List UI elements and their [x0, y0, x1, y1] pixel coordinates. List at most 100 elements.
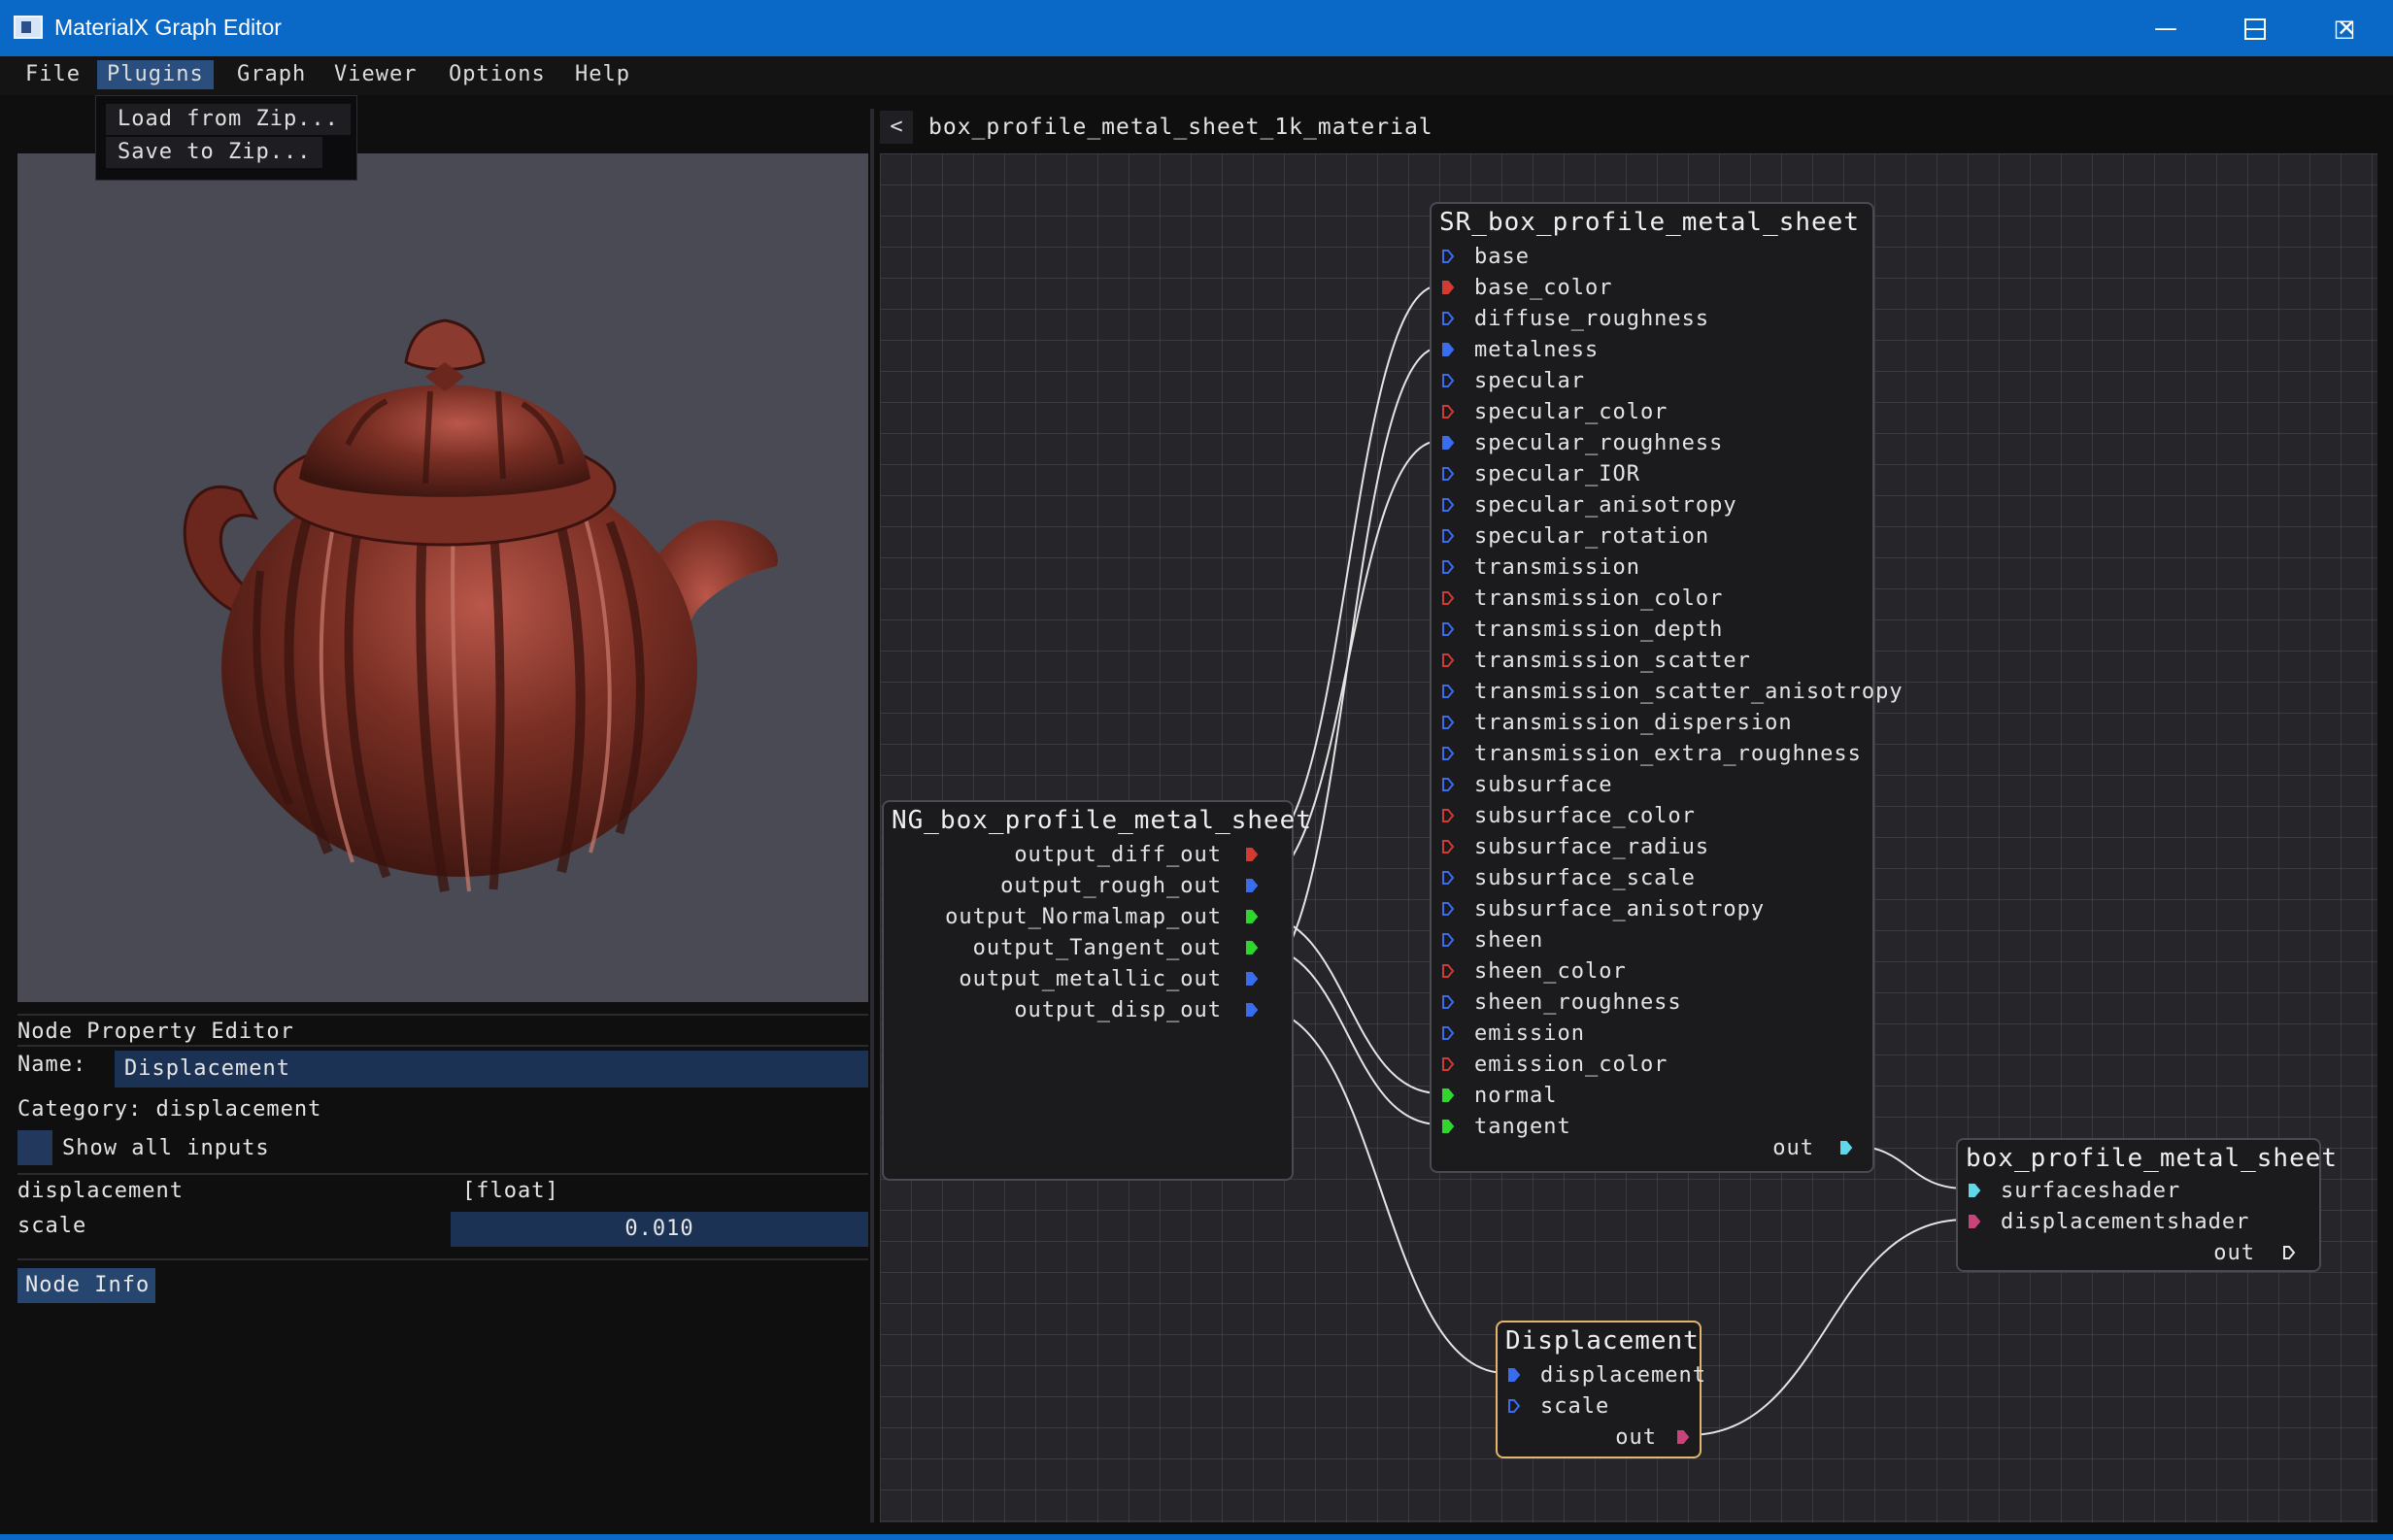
input-pin-diffuse-roughness[interactable]: [1441, 311, 1455, 325]
input-pin-transmission-scatter[interactable]: [1441, 653, 1455, 667]
app-icon: [14, 16, 43, 39]
input-label-emission-color: emission_color: [1474, 1053, 1668, 1077]
input-label-subsurface: subsurface: [1474, 773, 1613, 797]
close-icon[interactable]: ✕: [2300, 0, 2393, 56]
output-label-output-metallic-out: output_metallic_out: [959, 967, 1222, 991]
name-label: Name:: [17, 1053, 87, 1077]
output-pin-out[interactable]: [1839, 1140, 1853, 1155]
menu-options[interactable]: Options: [439, 60, 556, 89]
input-pin-subsurface-color[interactable]: [1441, 808, 1455, 822]
input-label-subsurface-anisotropy: subsurface_anisotropy: [1474, 897, 1766, 921]
output-pin-out[interactable]: [2282, 1245, 2296, 1259]
input-label-emission: emission: [1474, 1021, 1585, 1046]
wire-displacement-to-material: [1687, 1219, 1967, 1436]
input-pin-surfaceshader[interactable]: [1968, 1183, 1981, 1197]
input-pin-transmission-depth[interactable]: [1441, 621, 1455, 636]
input-label-specular-IOR: specular_IOR: [1474, 462, 1640, 486]
graph-canvas[interactable]: SR_box_profile_metal_sheet base base_colo…: [880, 153, 2377, 1523]
input-pin-specular-IOR[interactable]: [1441, 466, 1455, 481]
input-pin-subsurface-anisotropy[interactable]: [1441, 901, 1455, 916]
menu-load-from-zip[interactable]: Load from Zip...: [106, 104, 351, 135]
separator: [17, 1173, 868, 1175]
input-label-displacement: displacement: [1540, 1363, 1706, 1388]
input-pin-metalness[interactable]: [1441, 342, 1455, 356]
input-pin-transmission-dispersion[interactable]: [1441, 715, 1455, 729]
input-label-displacementshader: displacementshader: [2001, 1210, 2250, 1234]
menu-file[interactable]: File: [16, 60, 90, 89]
input-label-transmission-extra-roughness: transmission_extra_roughness: [1474, 742, 1862, 766]
input-pin-sheen-roughness[interactable]: [1441, 994, 1455, 1009]
output-pin-out[interactable]: [1676, 1429, 1690, 1444]
input-pin-sheen-color[interactable]: [1441, 963, 1455, 978]
output-pin-output-rough-out[interactable]: [1245, 878, 1259, 892]
output-pin-output-disp-out[interactable]: [1245, 1002, 1259, 1017]
show-all-inputs-label: Show all inputs: [62, 1136, 270, 1160]
input-label-specular-roughness: specular_roughness: [1474, 431, 1724, 455]
input-label-subsurface-color: subsurface_color: [1474, 804, 1696, 828]
node-info-label: Node Info: [25, 1273, 151, 1297]
input-label-transmission-dispersion: transmission_dispersion: [1474, 711, 1793, 735]
input-pin-transmission-extra-roughness[interactable]: [1441, 746, 1455, 760]
input-pin-scale[interactable]: [1507, 1398, 1521, 1413]
scale-input[interactable]: 0.010: [451, 1212, 868, 1247]
input-label-normal: normal: [1474, 1084, 1558, 1108]
output-pin-output-metallic-out[interactable]: [1245, 971, 1259, 986]
input-pin-displacement[interactable]: [1507, 1367, 1521, 1382]
input-pin-base-color[interactable]: [1441, 280, 1455, 294]
input-pin-subsurface[interactable]: [1441, 777, 1455, 791]
input-pin-specular-roughness[interactable]: [1441, 435, 1455, 450]
input-label-sheen: sheen: [1474, 928, 1544, 953]
back-button[interactable]: <: [880, 111, 913, 144]
output-pin-output-Tangent-out[interactable]: [1245, 940, 1259, 954]
teapot-render: [183, 318, 778, 892]
menu-plugins[interactable]: Plugins: [97, 60, 214, 89]
input-pin-subsurface-scale[interactable]: [1441, 870, 1455, 885]
property-editor-title: Node Property Editor: [17, 1020, 294, 1044]
input-pin-transmission-color[interactable]: [1441, 590, 1455, 605]
node-title: NG_box_profile_metal_sheet: [892, 806, 1312, 835]
input-pin-specular-rotation[interactable]: [1441, 528, 1455, 543]
node-box-profile-metal-sheet-material[interactable]: box_profile_metal_sheet surfaceshader dis…: [1956, 1138, 2337, 1272]
output-pin-output-Normalmap-out[interactable]: [1245, 909, 1259, 923]
menu-help[interactable]: Help: [565, 60, 640, 89]
output-label-out: out: [1772, 1136, 1814, 1160]
input-pin-specular[interactable]: [1441, 373, 1455, 387]
node-info-button[interactable]: Node Info: [17, 1268, 155, 1303]
name-input-value: Displacement: [124, 1056, 290, 1081]
node-displacement[interactable]: Displacement displacement scale out: [1496, 1321, 1705, 1458]
maximize-button[interactable]: [2210, 0, 2300, 56]
node-ng-box-profile-metal-sheet[interactable]: NG_box_profile_metal_sheet output_diff_o…: [882, 800, 1311, 1181]
input-pin-specular-anisotropy[interactable]: [1441, 497, 1455, 512]
render-viewport[interactable]: [17, 153, 868, 1002]
input-pin-emission-color[interactable]: [1441, 1056, 1455, 1071]
input-pin-transmission-scatter-anisotropy[interactable]: [1441, 684, 1455, 698]
input-pin-tangent[interactable]: [1441, 1119, 1455, 1133]
input-pin-subsurface-radius[interactable]: [1441, 839, 1455, 854]
input-label-scale: scale: [1540, 1394, 1610, 1419]
menu-save-to-zip[interactable]: Save to Zip...: [106, 137, 323, 168]
menu-viewer[interactable]: Viewer: [324, 60, 426, 89]
input-label-transmission-color: transmission_color: [1474, 586, 1724, 611]
output-pin-output-diff-out[interactable]: [1245, 847, 1259, 861]
input-label-diffuse-roughness: diffuse_roughness: [1474, 307, 1710, 331]
input-label-specular-rotation: specular_rotation: [1474, 524, 1710, 549]
input-pin-transmission[interactable]: [1441, 559, 1455, 574]
input-pin-normal[interactable]: [1441, 1088, 1455, 1102]
pane-splitter[interactable]: [870, 109, 874, 1523]
show-all-inputs-checkbox[interactable]: [17, 1130, 52, 1165]
node-sr-box-profile-metal-sheet[interactable]: SR_box_profile_metal_sheet base base_colo…: [1430, 202, 1903, 1173]
name-input[interactable]: Displacement: [115, 1051, 868, 1088]
input-label-specular-anisotropy: specular_anisotropy: [1474, 493, 1737, 518]
input-pin-specular-color[interactable]: [1441, 404, 1455, 418]
input-pin-sheen[interactable]: [1441, 932, 1455, 947]
node-title: box_profile_metal_sheet: [1966, 1144, 2339, 1173]
input-value-displacement: [float]: [462, 1179, 559, 1203]
input-pin-displacementshader[interactable]: [1968, 1214, 1981, 1228]
menu-graph[interactable]: Graph: [227, 60, 316, 89]
output-label-output-Tangent-out: output_Tangent_out: [972, 936, 1222, 960]
input-pin-base[interactable]: [1441, 249, 1455, 263]
minimize-button[interactable]: —: [2121, 0, 2210, 56]
output-label-output-rough-out: output_rough_out: [1000, 874, 1222, 898]
input-pin-emission[interactable]: [1441, 1025, 1455, 1040]
output-label-output-diff-out: output_diff_out: [1014, 843, 1222, 867]
